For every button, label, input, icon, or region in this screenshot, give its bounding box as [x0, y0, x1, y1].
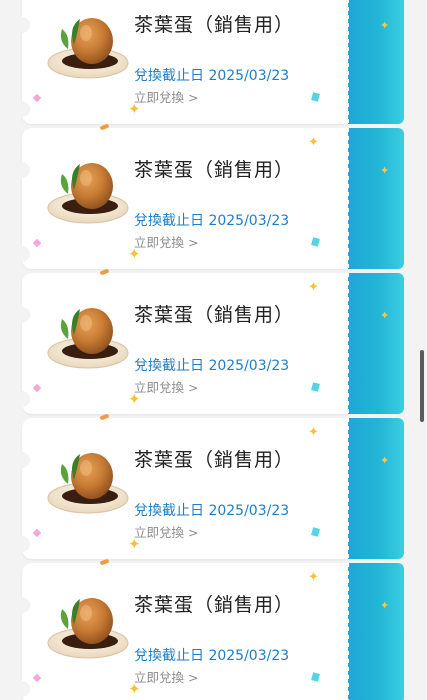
coupon-divider: [346, 273, 349, 414]
coupon-divider: [346, 0, 349, 124]
coupon-notch: [14, 246, 30, 262]
scrollbar[interactable]: [420, 350, 424, 422]
redeem-now-link[interactable]: 立即兌換 >: [134, 87, 198, 106]
redeem-now-link[interactable]: 立即兌換 >: [134, 522, 198, 541]
coupon-card[interactable]: ✦ 茶葉蛋（銷售用） 兌換截止日 2025/03/23 立: [14, 268, 408, 414]
coupon-notch: [14, 101, 30, 117]
sparkle-icon: ✦: [128, 680, 141, 698]
coupon-stub: [348, 418, 408, 559]
coupon-notch: [14, 17, 30, 33]
sparkle-icon: ✦: [308, 570, 319, 585]
coupon-stub: [348, 273, 408, 414]
tea-egg-icon: [47, 308, 129, 369]
coupon-expiry-date: 兌換截止日 2025/03/23: [134, 213, 290, 229]
perforation: [400, 128, 408, 269]
redeem-now-link[interactable]: 立即兌換 >: [134, 232, 198, 251]
sparkle-icon: ✦: [128, 245, 141, 263]
coupon-notch: [14, 597, 30, 613]
perforation: [400, 563, 408, 700]
coupon-notch: [14, 681, 30, 697]
sparkle-icon: ✦: [128, 535, 141, 553]
sparkle-icon: ✦: [308, 0, 319, 4]
redeem-now-link[interactable]: 立即兌換 >: [134, 667, 198, 686]
coupon-stub: [348, 0, 408, 124]
coupon-divider: [346, 418, 349, 559]
sparkle-icon: ✦: [128, 100, 141, 118]
coupon-divider: [346, 563, 349, 700]
sparkle-icon: ✦: [380, 309, 390, 322]
sparkle-icon: ✦: [128, 390, 141, 408]
coupon-card[interactable]: ✦ 茶葉蛋（銷售用） 兌換截止日 2025/03/23 立: [14, 0, 408, 124]
sparkle-icon: ✦: [380, 454, 390, 467]
coupon-divider: [346, 128, 349, 269]
tea-egg-icon: [47, 163, 129, 224]
coupon-title: 茶葉蛋（銷售用）: [134, 594, 295, 616]
coupon-expiry-date: 兌換截止日 2025/03/23: [134, 503, 290, 519]
sparkle-icon: ✦: [380, 599, 390, 612]
coupon-notch: [14, 162, 30, 178]
perforation: [400, 273, 408, 414]
tea-egg-icon: [47, 18, 129, 79]
sparkle-icon: ✦: [380, 19, 390, 32]
coupon-title: 茶葉蛋（銷售用）: [134, 304, 295, 326]
coupon-stub: [348, 563, 408, 700]
coupon-notch: [14, 391, 30, 407]
coupon-notch: [14, 307, 30, 323]
tea-egg-icon: [47, 598, 129, 659]
tea-egg-icon: [47, 453, 129, 514]
coupon-card[interactable]: ✦ 茶葉蛋（銷售用） 兌換截止日 2025/03/23 立: [14, 413, 408, 559]
coupon-title: 茶葉蛋（銷售用）: [134, 449, 295, 471]
sparkle-icon: ✦: [308, 280, 319, 295]
coupon-title: 茶葉蛋（銷售用）: [134, 159, 295, 181]
coupon-card[interactable]: ✦ 茶葉蛋（銷售用） 兌換截止日 2025/03/23 立: [14, 123, 408, 269]
coupon-stub: [348, 128, 408, 269]
redeem-now-link[interactable]: 立即兌換 >: [134, 377, 198, 396]
perforation: [400, 418, 408, 559]
sparkle-icon: ✦: [308, 135, 319, 150]
coupon-notch: [14, 536, 30, 552]
coupon-expiry-date: 兌換截止日 2025/03/23: [134, 68, 290, 84]
coupon-notch: [14, 452, 30, 468]
coupon-expiry-date: 兌換截止日 2025/03/23: [134, 358, 290, 374]
sparkle-icon: ✦: [308, 425, 319, 440]
coupon-card[interactable]: ✦ 茶葉蛋（銷售用） 兌換截止日 2025/03/23 立: [14, 558, 408, 700]
coupon-expiry-date: 兌換截止日 2025/03/23: [134, 648, 290, 664]
perforation: [400, 0, 408, 124]
sparkle-icon: ✦: [380, 164, 390, 177]
coupon-title: 茶葉蛋（銷售用）: [134, 14, 295, 36]
